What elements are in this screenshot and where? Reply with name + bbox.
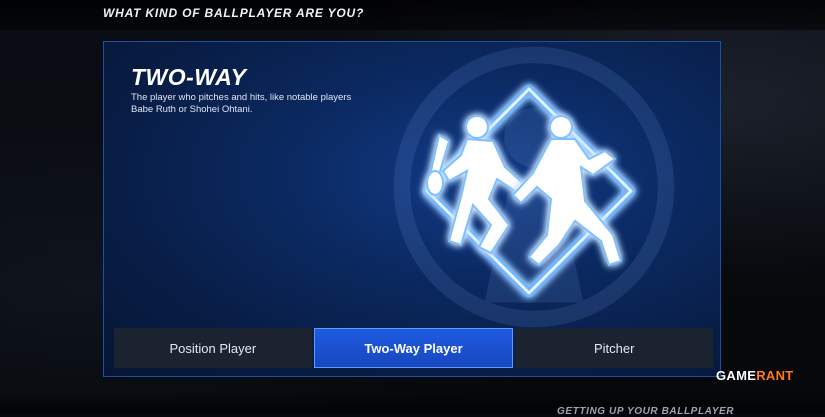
player-type-title: TWO-WAY <box>131 64 247 90</box>
gamerant-watermark-logo: GAMERANT <box>716 368 794 383</box>
tab-position-player[interactable]: Position Player <box>114 328 312 368</box>
footer-text: GETTING UP YOUR BALLPLAYER <box>557 406 735 417</box>
page-title: WHAT KIND OF BALLPLAYER ARE YOU? <box>103 6 365 20</box>
two-way-player-emblem-icon <box>422 84 636 298</box>
tab-pitcher[interactable]: Pitcher <box>515 328 714 368</box>
player-type-tabs: Position Player Two-Way Player Pitcher <box>114 328 714 368</box>
selection-panel: TWO-WAY The player who pitches and hits,… <box>103 41 721 377</box>
tab-two-way-player[interactable]: Two-Way Player <box>313 328 514 368</box>
player-type-description: The player who pitches and hits, like no… <box>131 92 352 115</box>
